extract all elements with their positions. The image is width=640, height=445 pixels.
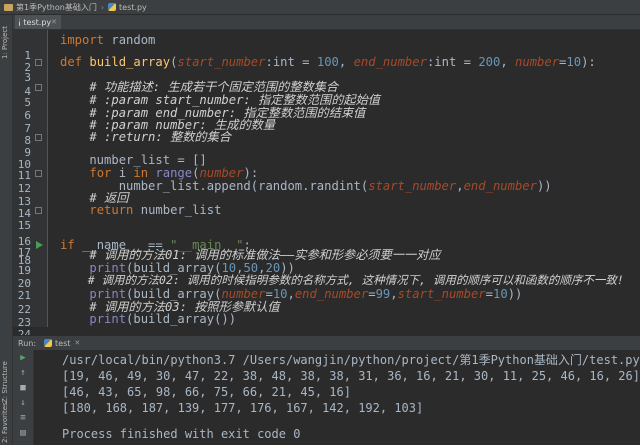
tab-test-py[interactable]: test.py ✕ xyxy=(15,15,61,29)
down-arrow-icon[interactable]: ↓ xyxy=(17,398,29,409)
code-line: 24 print(build_array()) xyxy=(18,312,237,341)
run-label: Run: xyxy=(18,338,37,348)
navigation-bar: 第1季Python基础入门 › test.py xyxy=(0,0,640,15)
console-line: [180, 168, 187, 139, 177, 176, 167, 142,… xyxy=(62,401,424,415)
python-file-icon xyxy=(44,339,53,347)
left-tool-strip: 1: Project Z: Structure 2: Favorites xyxy=(0,15,13,445)
soft-wrap-icon[interactable]: ≡ xyxy=(17,413,29,424)
console-line: /usr/local/bin/python3.7 /Users/wangjin/… xyxy=(62,353,640,367)
fold-icon[interactable] xyxy=(35,84,42,91)
breadcrumb-separator: › xyxy=(100,2,105,12)
up-arrow-icon[interactable]: ↑ xyxy=(17,368,29,379)
editor-tab-bar: test.py ✕ xyxy=(13,15,640,30)
breadcrumb: 第1季Python基础入门 › test.py xyxy=(0,2,147,13)
python-file-icon xyxy=(108,3,117,11)
code-editor[interactable]: 1 import random 2 3 def build_array(star… xyxy=(13,30,640,341)
close-icon[interactable]: ✕ xyxy=(74,339,80,347)
console-line: [19, 46, 49, 30, 47, 22, 38, 48, 38, 38,… xyxy=(62,369,640,383)
console-line: [46, 43, 65, 98, 66, 75, 66, 21, 45, 16] xyxy=(62,385,351,399)
run-config-tab[interactable]: test xyxy=(55,339,70,348)
fold-icon[interactable] xyxy=(35,207,42,214)
run-console-output[interactable]: /usr/local/bin/python3.7 /Users/wangjin/… xyxy=(34,350,640,445)
breadcrumb-project[interactable]: 第1季Python基础入门 xyxy=(16,2,97,13)
tab-label: test.py xyxy=(23,17,52,27)
fold-icon[interactable] xyxy=(35,59,42,66)
rerun-icon[interactable]: ▶ xyxy=(17,353,29,364)
console-line: Process finished with exit code 0 xyxy=(62,427,301,441)
code-line: 15 return number_list xyxy=(17,203,222,232)
stop-icon[interactable]: ■ xyxy=(17,383,29,394)
run-tool-window-header: Run: test ✕ xyxy=(13,335,640,351)
folder-icon xyxy=(4,3,13,11)
breadcrumb-file[interactable]: test.py xyxy=(119,3,147,12)
python-file-icon xyxy=(19,18,21,26)
fold-icon[interactable] xyxy=(35,170,42,177)
project-tool-tab[interactable]: 1: Project xyxy=(1,19,11,67)
favorites-tool-tab[interactable]: 2: Favorites xyxy=(1,402,11,443)
close-icon[interactable]: ✕ xyxy=(51,18,57,26)
run-toolbar: ▶ ↑ ■ ↓ ≡ ▤ xyxy=(13,350,34,445)
print-icon[interactable]: ▤ xyxy=(17,428,29,439)
fold-icon[interactable] xyxy=(35,134,42,141)
